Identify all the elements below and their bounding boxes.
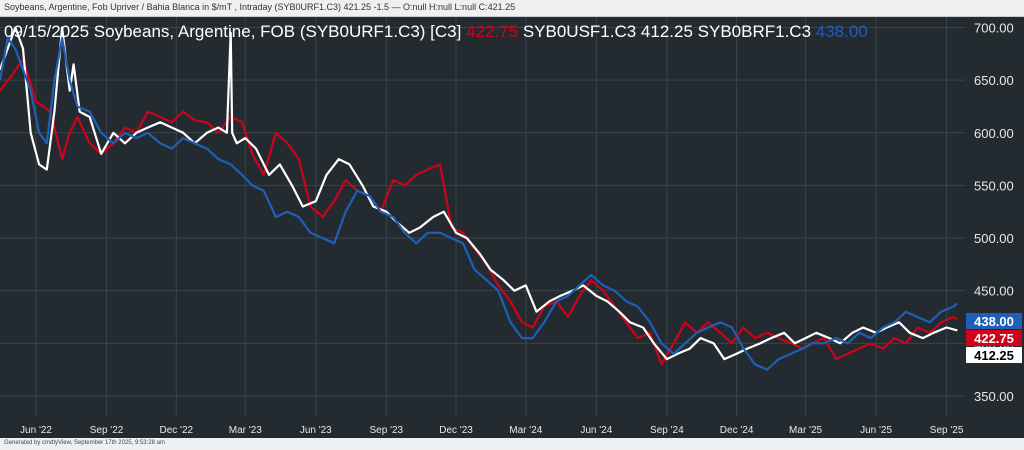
x-tick-label: Dec '23	[439, 425, 473, 436]
x-tick-label: Dec '22	[159, 425, 193, 436]
x-tick-label: Sep '24	[650, 425, 684, 436]
footer-text: Generated by cmdtyView, September 17th 2…	[4, 440, 165, 446]
y-tick-label: 350.00	[974, 389, 1014, 404]
legend-entry: 438.00	[816, 22, 868, 41]
info-bar-text: Soybeans, Argentine, Fob Upriver / Bahia…	[4, 2, 516, 12]
y-tick-label: 500.00	[974, 231, 1014, 246]
x-tick-label: Jun '24	[580, 425, 612, 436]
end-label-text: 438.00	[974, 314, 1014, 329]
x-tick-label: Mar '25	[789, 425, 822, 436]
y-tick-label: 650.00	[974, 73, 1014, 88]
y-tick-label: 450.00	[974, 284, 1014, 299]
legend-entry: SYB0USF1.C3 412.25	[523, 22, 698, 41]
y-tick-label: 550.00	[974, 178, 1014, 193]
x-tick-label: Jun '23	[300, 425, 332, 436]
x-tick-label: Jun '25	[860, 425, 892, 436]
x-tick-label: Mar '24	[509, 425, 542, 436]
info-bar: Soybeans, Argentine, Fob Upriver / Bahia…	[0, 0, 1024, 17]
y-tick-label: 700.00	[974, 21, 1014, 36]
end-labels: 438.00 422.75 412.25	[966, 313, 1022, 363]
x-tick-label: Dec '24	[720, 425, 754, 436]
line-chart[interactable]: 350.00400.00450.00500.00550.00600.00650.…	[0, 17, 1024, 438]
legend-entry: SYB0BRF1.C3	[698, 22, 816, 41]
end-label-text: 412.25	[974, 348, 1014, 363]
chart-window: Soybeans, Argentine, Fob Upriver / Bahia…	[0, 0, 1024, 450]
y-tick-label: 600.00	[974, 126, 1014, 141]
x-tick-label: Sep '22	[90, 425, 124, 436]
x-tick-label: Sep '23	[370, 425, 404, 436]
footer-bar: Generated by cmdtyView, September 17th 2…	[0, 438, 1024, 450]
title-text: 09/15/2025 Soybeans, Argentine, FOB (SYB…	[4, 22, 466, 41]
legend-entry: 422.75	[466, 22, 523, 41]
plot-panel[interactable]: 350.00400.00450.00500.00550.00600.00650.…	[0, 17, 1024, 438]
x-tick-label: Mar '23	[229, 425, 262, 436]
x-tick-label: Sep '25	[930, 425, 964, 436]
x-tick-label: Jun '22	[20, 425, 52, 436]
chart-title: 09/15/2025 Soybeans, Argentine, FOB (SYB…	[4, 22, 868, 41]
end-label-text: 422.75	[974, 331, 1014, 346]
